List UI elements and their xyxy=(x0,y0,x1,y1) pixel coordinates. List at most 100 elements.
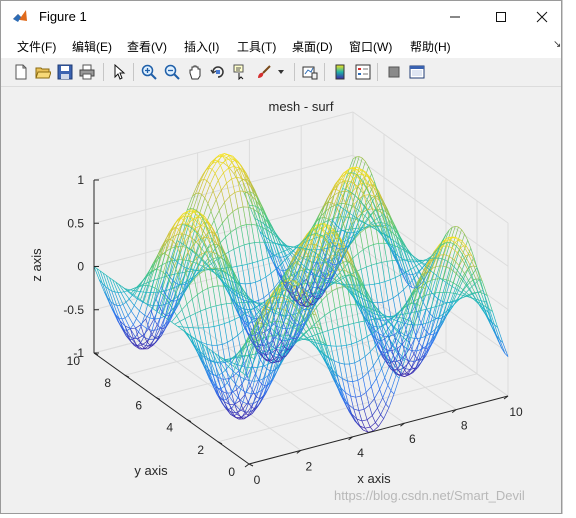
title-bar[interactable]: Figure 1 xyxy=(1,1,561,32)
mesh-line xyxy=(221,304,226,305)
mesh-line xyxy=(190,316,193,328)
mesh-line xyxy=(351,396,356,397)
data-cursor-icon[interactable] xyxy=(231,62,251,82)
mesh-line xyxy=(235,191,240,193)
brush-icon[interactable] xyxy=(254,62,274,82)
show-plot-tools-icon[interactable] xyxy=(407,62,427,82)
mesh-line xyxy=(225,202,228,216)
figure-toolbar xyxy=(1,58,561,87)
mesh-line xyxy=(447,293,450,303)
mesh-line xyxy=(363,247,368,250)
menu-dock-arrow-icon[interactable]: ↘ xyxy=(553,39,561,50)
surface-plot[interactable]: 02468100246810-1-0.500.51mesh - surfx ax… xyxy=(1,87,561,513)
close-button[interactable] xyxy=(523,1,561,32)
mesh-line xyxy=(315,327,318,328)
mesh-line xyxy=(459,266,464,274)
brush-dropdown-icon[interactable] xyxy=(275,62,287,82)
menu-view[interactable]: 查看(V) xyxy=(127,38,167,55)
mesh-line xyxy=(441,266,446,267)
mesh-line xyxy=(230,319,235,321)
mesh-line xyxy=(183,247,186,259)
mesh-line xyxy=(153,309,156,311)
link-plot-icon[interactable] xyxy=(300,62,320,82)
mesh-line xyxy=(251,357,254,359)
minimize-button[interactable] xyxy=(432,1,478,32)
mesh-line xyxy=(312,327,315,328)
menu-edit[interactable]: 编辑(E) xyxy=(72,38,112,55)
mesh-line xyxy=(121,292,124,293)
mesh-line xyxy=(370,427,373,431)
mesh-line xyxy=(332,291,335,309)
menu-insert[interactable]: 插入(I) xyxy=(184,38,219,55)
mesh-line xyxy=(388,385,391,390)
mesh-line xyxy=(177,316,180,322)
mesh-line xyxy=(209,327,214,328)
mesh-line xyxy=(448,238,451,239)
hide-plot-tools-icon[interactable] xyxy=(384,62,404,82)
mesh-line xyxy=(265,385,268,386)
mesh-line xyxy=(240,191,245,192)
mesh-line xyxy=(246,225,249,244)
mesh-line xyxy=(204,328,207,344)
mesh-line xyxy=(339,363,344,364)
menu-file[interactable]: 文件(F) xyxy=(17,38,56,55)
menu-desktop[interactable]: 桌面(D) xyxy=(292,38,333,55)
maximize-button[interactable] xyxy=(478,1,524,32)
mesh-line xyxy=(334,361,339,363)
mesh-line xyxy=(152,319,155,330)
mesh-line xyxy=(283,270,286,271)
colorbar-icon[interactable] xyxy=(330,62,350,82)
mesh-line xyxy=(134,306,139,312)
mesh-line xyxy=(375,415,380,423)
save-icon[interactable] xyxy=(55,62,75,82)
mesh-line xyxy=(211,200,216,212)
mesh-line xyxy=(226,237,229,252)
mesh-line xyxy=(222,370,225,373)
mesh-line xyxy=(371,379,376,387)
mesh-line xyxy=(229,162,232,167)
mesh-line xyxy=(260,242,263,260)
mesh-line xyxy=(453,274,456,283)
mesh-line xyxy=(180,253,183,262)
new-figure-icon[interactable] xyxy=(11,62,31,82)
pointer-icon[interactable] xyxy=(109,62,129,82)
mesh-line xyxy=(380,389,383,398)
mesh-line xyxy=(381,415,384,419)
zoom-out-icon[interactable] xyxy=(162,62,182,82)
mesh-line xyxy=(233,208,238,211)
mesh-line xyxy=(275,354,278,355)
rotate-3d-icon[interactable] xyxy=(208,62,228,82)
mesh-line xyxy=(239,245,244,247)
mesh-line xyxy=(242,265,245,284)
mesh-line xyxy=(205,184,210,198)
mesh-line xyxy=(325,312,330,316)
mesh-line xyxy=(227,342,230,360)
mesh-line xyxy=(375,423,378,427)
mesh-line xyxy=(192,299,195,313)
menu-help[interactable]: 帮助(H) xyxy=(410,38,451,55)
legend-icon[interactable] xyxy=(353,62,373,82)
menu-tools[interactable]: 工具(T) xyxy=(237,38,276,55)
mesh-line xyxy=(207,344,212,345)
mesh-line xyxy=(276,311,279,313)
menu-window[interactable]: 窗口(W) xyxy=(349,38,392,55)
mesh-line xyxy=(353,254,358,259)
mesh-line xyxy=(344,217,349,218)
open-file-icon[interactable] xyxy=(33,62,53,82)
mesh-line xyxy=(435,296,438,299)
zoom-in-icon[interactable] xyxy=(139,62,159,82)
mesh-line xyxy=(227,183,230,196)
mesh-line xyxy=(413,260,416,266)
print-icon[interactable] xyxy=(77,62,97,82)
mesh-line xyxy=(123,304,128,315)
mesh-line xyxy=(227,339,232,342)
close-icon xyxy=(536,11,548,23)
mesh-line xyxy=(239,180,242,183)
mesh-line xyxy=(354,322,359,323)
mesh-line xyxy=(419,343,422,347)
mesh-line xyxy=(470,280,473,282)
mesh-line xyxy=(211,211,214,220)
mesh-line xyxy=(330,309,335,312)
mesh-line xyxy=(220,237,225,243)
pan-icon[interactable] xyxy=(185,62,205,82)
